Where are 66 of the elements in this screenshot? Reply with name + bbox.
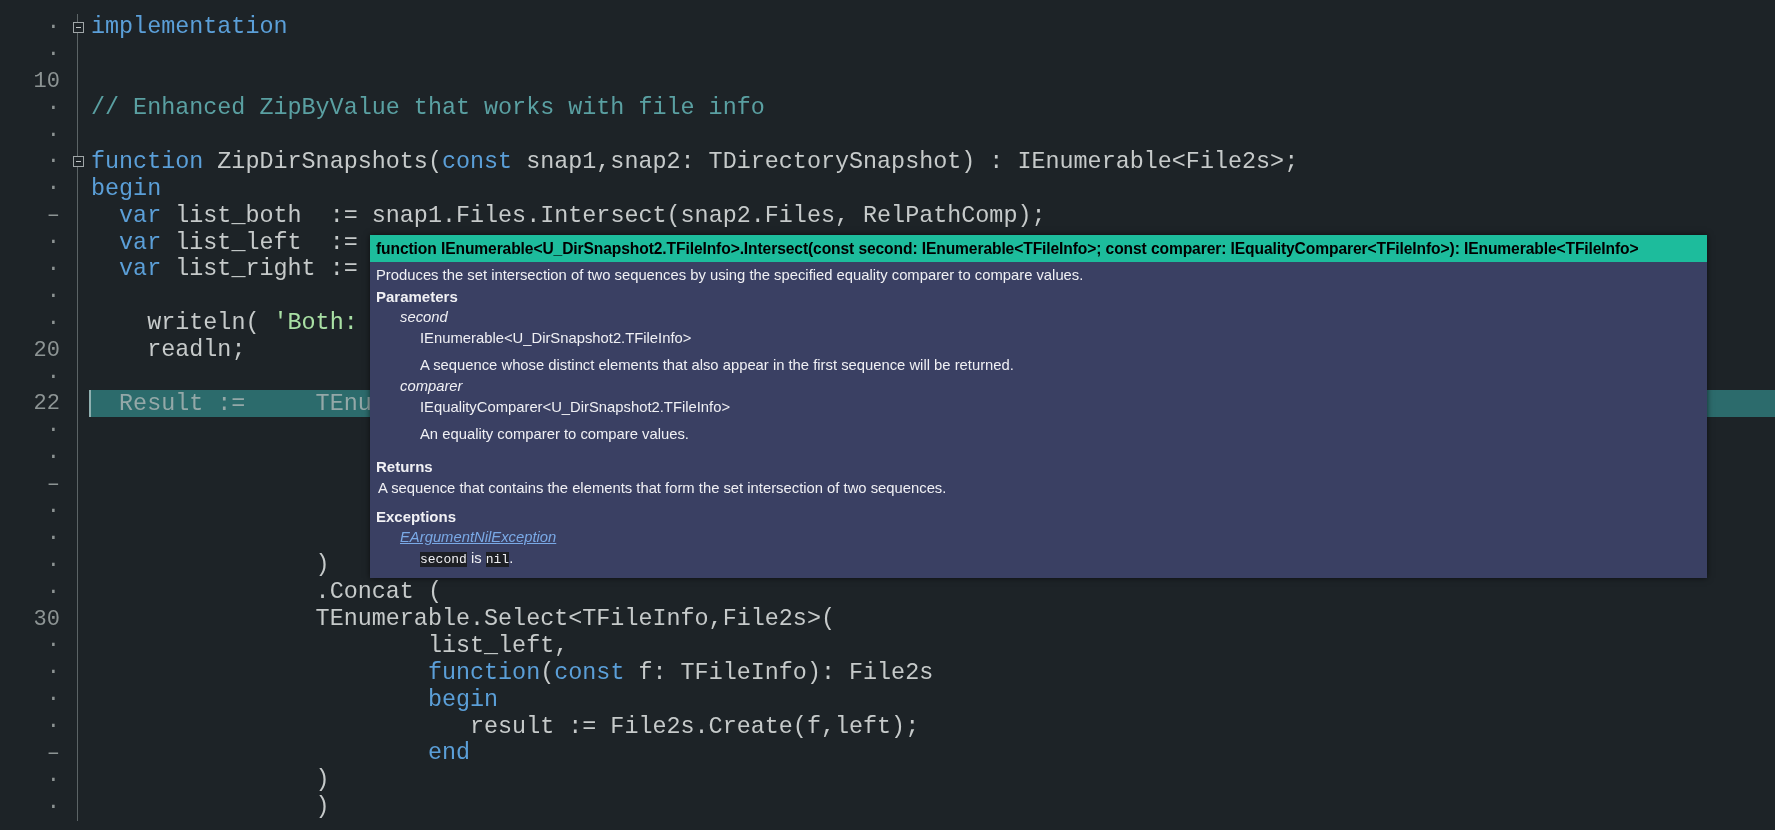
parameter-type: IEnumerable<U_DirSnapshot2.TFileInfo>: [420, 329, 692, 348]
line-number: ·: [45, 767, 60, 793]
line-number: ·: [45, 687, 60, 713]
line-number: ·: [45, 660, 60, 686]
line-number: ·: [45, 364, 60, 390]
line-number: ·: [45, 95, 60, 121]
code-line: ): [315, 767, 330, 794]
code-line: .Concat (: [315, 579, 442, 606]
section-heading: Parameters: [376, 287, 458, 307]
code-line: ): [315, 552, 330, 579]
code-line: var list_right :=: [119, 256, 358, 283]
parameter-name: second: [400, 308, 448, 327]
line-number: 10: [32, 68, 60, 94]
line-number: ·: [45, 498, 60, 524]
line-number: ·: [45, 256, 60, 282]
line-number: –: [45, 472, 60, 498]
code-line: list_left,: [427, 632, 569, 659]
code-line: var list_left :=: [119, 229, 358, 256]
line-number: ·: [45, 525, 60, 551]
code-line: result := File2s.Create(f,left);: [470, 713, 920, 740]
code-line: end: [427, 740, 470, 767]
line-number: ·: [45, 794, 60, 820]
parameter-name: comparer: [400, 377, 463, 396]
parameter-type: IEqualityComparer<U_DirSnapshot2.TFileInfo>: [420, 398, 731, 417]
line-number: –: [45, 203, 60, 229]
code-line: // Enhanced ZipByValue that works with file info: [91, 95, 765, 122]
code-line: Result := TEnu: [119, 390, 372, 417]
code-line: readln;: [147, 337, 246, 364]
tooltip-summary: Produces the set intersection of two sequences by using the specified equality comparer to compare values.: [376, 266, 1085, 285]
code-line: var list_both := snap1.Files.Intersect(snap2.Files, RelPathComp);: [119, 202, 1046, 229]
code-line: ): [315, 794, 330, 821]
code-line: begin: [427, 686, 499, 713]
line-number: ·: [45, 122, 60, 148]
line-number: ·: [45, 176, 60, 202]
line-number: ·: [45, 149, 60, 175]
line-number: ·: [45, 714, 60, 740]
collapse-icon[interactable]: [72, 156, 84, 168]
line-number: ·: [45, 633, 60, 659]
exception-condition: second is nil.: [420, 549, 514, 569]
section-heading: Returns: [376, 457, 433, 477]
line-number: ·: [45, 310, 60, 336]
code-line: function ZipDirSnapshots(const snap1,snap2: TDirectorySnapshot) : IEnumerable<File2s>;: [91, 148, 1299, 175]
parameter-description: An equality comparer to compare values.: [420, 425, 689, 444]
line-number: ·: [45, 552, 60, 578]
code-line: implementation: [91, 14, 288, 41]
code-line: function(const f: TFileInfo): File2s: [427, 659, 934, 686]
line-number: ·: [45, 14, 60, 40]
section-heading: Exceptions: [376, 507, 457, 527]
code-line: TEnumerable.Select<TFileInfo,File2s>(: [315, 606, 835, 633]
line-number: –: [45, 741, 60, 766]
line-number: 20: [32, 337, 60, 363]
parameter-description: A sequence whose distinct elements that also appear in the first sequence will be returned.: [420, 356, 1014, 375]
line-number: 30: [32, 606, 60, 632]
exception-link[interactable]: EArgumentNilException: [400, 527, 557, 548]
line-number: ·: [45, 418, 60, 444]
code-line: begin: [91, 175, 162, 202]
line-number: ·: [45, 230, 60, 256]
line-number: 22: [32, 391, 60, 417]
collapse-icon[interactable]: [72, 21, 84, 33]
code-line: writeln( 'Both:: [147, 310, 358, 337]
line-number: ·: [45, 579, 60, 605]
line-number: ·: [45, 445, 60, 471]
tooltip-signature: function IEnumerable<U_DirSnapshot2.TFileInfo>.Intersect(const second: IEnumerable<TFileInfo>; const comparer: IEqualityComparer<TFileInfo>): IEnumerable<TFileInfo>: [370, 235, 1707, 262]
line-number: ·: [45, 283, 60, 309]
line-number: ·: [45, 41, 60, 67]
returns-description: A sequence that contains the elements that form the set intersection of two sequences.: [378, 479, 947, 498]
